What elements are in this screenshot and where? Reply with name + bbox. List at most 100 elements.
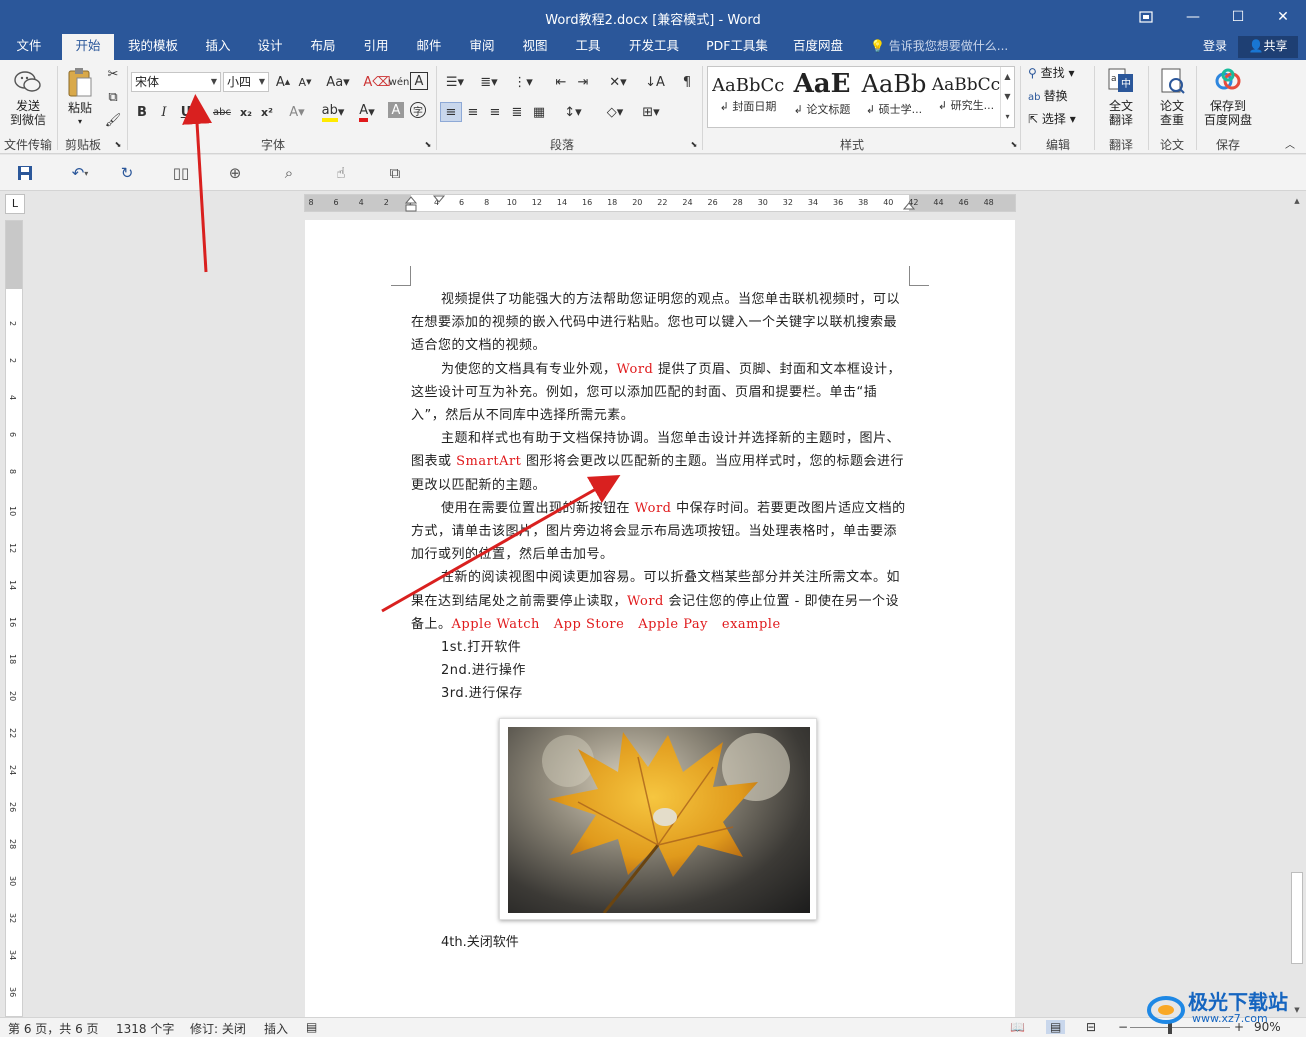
read-mode-icon[interactable]: 📖 [1010,1020,1025,1034]
tab-layout[interactable]: 布局 [301,34,345,60]
font-color-icon[interactable]: A ▾ [352,102,382,122]
tab-selector[interactable]: L [5,194,25,214]
list-item[interactable]: 2nd.进行操作 [411,659,909,682]
select-button[interactable]: ⇱ 选择 ▾ [1028,112,1076,126]
redo-icon[interactable]: ↻ [116,163,138,183]
change-case-icon[interactable]: Aa▾ [322,72,354,92]
tab-file[interactable]: 文件 [6,34,52,60]
print-layout-icon[interactable]: ▤ [1046,1020,1066,1034]
superscript-button[interactable]: x² [256,102,278,122]
web-layout-view-icon[interactable]: ⊟ [1086,1020,1096,1034]
paste-dropdown-icon[interactable]: ▾ [62,115,98,129]
track-changes-status[interactable]: 修订: 关闭 [190,1020,246,1037]
style-item-paper-title[interactable]: AaE ↲ 论文标题 [786,69,858,125]
list-item-after-image[interactable]: 4th.关闭软件 [441,931,519,950]
ribbon-display-icon[interactable] [1126,4,1166,30]
tab-view[interactable]: 视图 [513,34,557,60]
align-center-icon[interactable]: ≡ [462,102,484,122]
gallery-scroll[interactable]: ▲ ▼ ▾ [1000,67,1014,127]
paragraph-launcher-icon[interactable]: ⬊ [688,138,700,150]
save-to-baidu-button[interactable]: 保存到 百度网盘 [1200,66,1256,127]
leaf-picture[interactable] [499,718,817,920]
borders-icon[interactable]: ⊞▾ [636,102,666,122]
minimize-button[interactable]: — [1173,4,1213,30]
underline-button[interactable]: U [175,102,197,122]
word-count[interactable]: 1318 个字 [116,1020,174,1037]
document-page[interactable]: 视频提供了功能强大的方法帮助您证明您的观点。当您单击联机视频时，可以在想要添加的… [305,220,1015,1017]
subscript-button[interactable]: x₂ [235,102,257,122]
paragraph[interactable]: 为使您的文档具有专业外观，Word 提供了页眉、页脚、封面和文本框设计，这些设计… [411,358,909,428]
tab-references[interactable]: 引用 [354,34,398,60]
tab-insert[interactable]: 插入 [196,34,240,60]
tab-pdf-tools[interactable]: PDF工具集 [700,34,774,60]
distributed-icon[interactable]: ▦ [528,102,550,122]
collapse-ribbon-icon[interactable]: ︿ [1282,136,1298,151]
font-launcher-icon[interactable]: ⬊ [422,138,434,150]
vertical-ruler[interactable]: 22468101214161820222426283032343638 [5,220,23,1034]
font-name-select[interactable]: 宋体 ▼ [131,72,221,92]
find-button[interactable]: ⚲ 查找 ▾ [1028,66,1074,80]
first-line-indent-marker[interactable] [433,195,445,205]
highlight-color-icon[interactable]: ab ▾ [318,102,348,122]
macro-record-icon[interactable]: ▤ [306,1020,317,1034]
align-right-icon[interactable]: ≡ [484,102,506,122]
paragraph[interactable]: 主题和样式也有助于文档保持协调。当您单击设计并选择新的主题时，图片、图表或 Sm… [411,427,909,497]
horizontal-ruler[interactable]: 8642246810121416182022242628303234363840… [304,194,1016,212]
line-spacing-icon[interactable]: ↕▾ [558,102,588,122]
list-item[interactable]: 3rd.进行保存 [411,682,909,705]
tab-home[interactable]: 开始 [62,34,114,60]
tab-design[interactable]: 设计 [248,34,292,60]
font-size-select[interactable]: 小四 ▼ [223,72,269,92]
strikethrough-button[interactable]: abc [209,102,235,122]
format-painter-icon[interactable]: 🖌 [102,110,124,130]
zoom-out-icon[interactable]: − [1118,1020,1128,1034]
bold-button[interactable]: B [131,102,153,122]
clipboard-launcher-icon[interactable]: ⬊ [112,138,124,150]
shrink-font-icon[interactable]: A ▼ [294,72,316,92]
paragraph[interactable]: 使用在需要位置出现的新按钮在 Word 中保存时间。若要更改图片适应文档的方式，… [411,497,909,567]
paste-button[interactable]: 粘贴 ▾ [62,66,98,129]
show-marks-icon[interactable]: ¶ [676,72,698,92]
paragraph[interactable]: 视频提供了功能强大的方法帮助您证明您的观点。当您单击联机视频时，可以在想要添加的… [411,288,909,358]
text-effects-icon[interactable]: A▾ [286,102,308,122]
sort-icon[interactable]: ↓A [644,72,666,92]
tab-baidu-netdisk[interactable]: 百度网盘 [786,34,850,60]
character-shading-icon[interactable]: A [388,102,404,118]
save-icon[interactable] [14,163,36,183]
decrease-indent-icon[interactable]: ⇤ [550,72,572,92]
tab-developer[interactable]: 开发工具 [621,34,687,60]
justify-icon[interactable]: ≣ [506,102,528,122]
style-item-master[interactable]: AaBb ↲ 硕士学... [858,69,930,125]
close-button[interactable]: ✕ [1263,4,1303,30]
styles-launcher-icon[interactable]: ⬊ [1008,138,1020,150]
document-body[interactable]: 视频提供了功能强大的方法帮助您证明您的观点。当您单击联机视频时，可以在想要添加的… [411,288,909,706]
italic-button[interactable]: I [153,102,175,122]
scroll-thumb[interactable] [1291,872,1303,964]
copy-icon[interactable]: ⧉ [102,87,124,107]
vertical-scrollbar[interactable]: ▲ ▼ [1290,194,1304,1017]
numbering-icon[interactable]: ≣▾ [474,72,504,92]
indent-marker-left[interactable] [405,195,417,213]
side-by-side-icon[interactable]: ▯▯ [170,163,192,183]
enclose-characters-icon[interactable]: 字 [410,102,426,118]
style-item-graduate[interactable]: AaBbCc ↲ 研究生... [930,69,1002,125]
list-item[interactable]: 1st.打开软件 [411,636,909,659]
indent-marker-right[interactable] [903,195,915,213]
replace-button[interactable]: ab 替换 [1028,89,1068,105]
multilevel-list-icon[interactable]: ⋮▾ [508,72,538,92]
style-item-cover-date[interactable]: AaBbCc ↲ 封面日期 [712,69,784,125]
tab-mailings[interactable]: 邮件 [407,34,451,60]
maximize-button[interactable]: ☐ [1218,4,1258,30]
bullets-icon[interactable]: ☰▾ [440,72,470,92]
clear-formatting-icon[interactable]: A⌫ [363,72,390,92]
phonetic-guide-icon[interactable]: wén [388,72,410,92]
scroll-up-icon[interactable]: ▲ [1290,194,1304,208]
touch-mode-icon[interactable]: ☝ [330,163,352,183]
align-left-icon[interactable]: ≡ [440,102,462,122]
customize-toolbar-icon[interactable]: ⧉ [384,163,406,183]
full-translate-button[interactable]: 中a 全文 翻译 [1100,66,1142,127]
increase-indent-icon[interactable]: ⇥ [572,72,594,92]
print-preview-icon[interactable]: ⌕ [278,163,300,183]
shading-icon[interactable]: ◇▾ [600,102,630,122]
tell-me-box[interactable]: 💡 告诉我您想要做什么... [870,34,1008,60]
